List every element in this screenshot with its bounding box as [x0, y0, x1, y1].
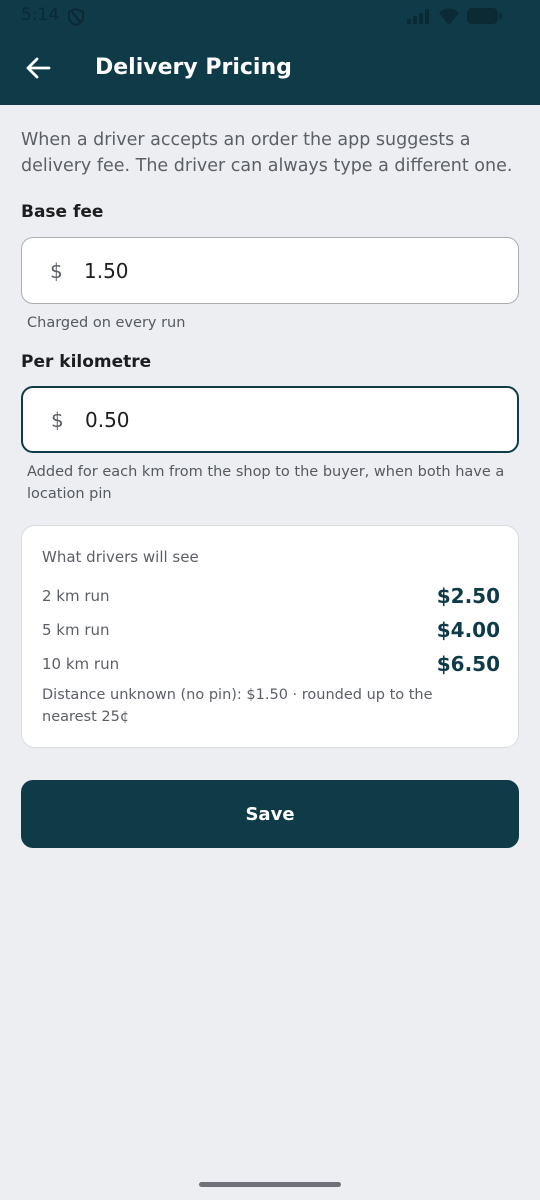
run-label: 10 km run	[42, 655, 120, 673]
base-fee-helper: Charged on every run	[27, 315, 186, 331]
preview-row: 10 km run $6.50	[42, 649, 500, 679]
arrow-left-icon	[26, 57, 51, 79]
per-km-input[interactable]	[85, 407, 465, 432]
save-button[interactable]: Save	[21, 780, 519, 848]
shield-icon	[68, 7, 84, 27]
currency-symbol: $	[51, 407, 64, 432]
per-km-label: Per kilometre	[21, 352, 152, 372]
run-price: $4.00	[436, 618, 500, 642]
home-indicator[interactable]	[199, 1182, 341, 1187]
signal-icon	[407, 9, 429, 24]
wifi-icon	[439, 8, 459, 25]
page-title: Delivery Pricing	[95, 55, 292, 80]
battery-icon	[467, 8, 502, 24]
preview-card: What drivers will see 2 km run $2.50 5 k…	[21, 525, 519, 748]
per-km-helper: Added for each km from the shop to the b…	[27, 464, 505, 502]
status-time: 5:14	[21, 5, 60, 25]
base-fee-input[interactable]	[84, 258, 464, 283]
run-label: 5 km run	[42, 621, 110, 639]
run-price: $6.50	[436, 652, 500, 676]
preview-note: Distance unknown (no pin): $1.50 · round…	[42, 687, 433, 725]
app-bar: 5:14 Delivery Pricing	[0, 0, 540, 105]
intro-text: When a driver accepts an order the app s…	[21, 130, 513, 176]
preview-title: What drivers will see	[42, 548, 199, 566]
back-button[interactable]	[18, 48, 58, 88]
run-price: $2.50	[436, 584, 500, 608]
preview-row: 5 km run $4.00	[42, 615, 500, 645]
per-km-field[interactable]: $	[21, 386, 519, 453]
base-fee-label: Base fee	[21, 202, 104, 222]
preview-row: 2 km run $2.50	[42, 581, 500, 611]
currency-symbol: $	[50, 258, 63, 283]
run-label: 2 km run	[42, 587, 110, 605]
base-fee-field[interactable]: $	[21, 237, 519, 304]
